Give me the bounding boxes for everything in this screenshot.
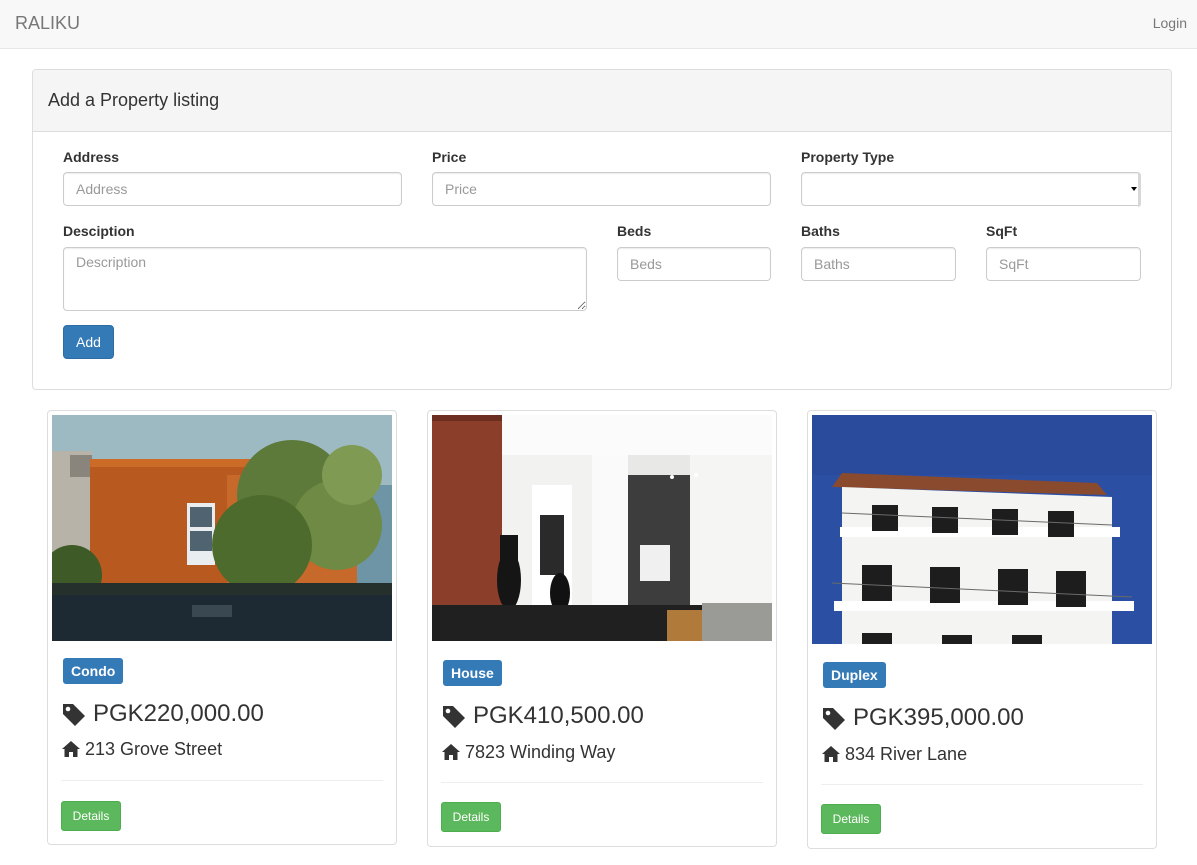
sqft-input[interactable] [986, 247, 1141, 281]
beds-label: Beds [617, 223, 652, 239]
listing-card: House PGK410,500.00 7823 Winding Way Det… [427, 410, 777, 847]
tag-icon [63, 704, 85, 726]
price-row: PGK220,000.00 [61, 699, 264, 729]
tag-icon [823, 708, 845, 730]
listing-card: Duplex PGK395,000.00 834 River Lane Deta… [807, 410, 1157, 849]
listing-price: PGK220,000.00 [93, 700, 264, 727]
listing-card: Condo PGK220,000.00 213 Grove Street Det… [47, 410, 397, 845]
add-button[interactable]: Add [63, 325, 114, 359]
details-button[interactable]: Details [441, 802, 501, 832]
home-icon [62, 741, 80, 757]
property-type-select[interactable] [801, 172, 1141, 207]
interior-photo [432, 415, 772, 641]
details-button[interactable]: Details [61, 801, 121, 831]
address-row: 7823 Winding Way [441, 741, 615, 763]
home-icon [822, 746, 840, 762]
divider [441, 782, 763, 783]
property-type-badge: Condo [63, 658, 124, 684]
select-edge [1138, 173, 1141, 207]
price-row: PGK410,500.00 [441, 701, 644, 731]
modern-house-photo [52, 415, 392, 641]
panel-title: Add a Property listing [48, 90, 220, 110]
baths-label: Baths [801, 223, 840, 239]
brand-link[interactable]: RALIKU [15, 13, 80, 34]
address-input[interactable] [63, 172, 402, 206]
divider [61, 780, 383, 781]
description-textarea[interactable] [63, 247, 587, 311]
apartment-building-photo [812, 415, 1152, 644]
top-navbar: RALIKU Login [0, 0, 1197, 49]
listing-address: 213 Grove Street [85, 738, 223, 759]
tag-icon [443, 706, 465, 728]
listing-address: 7823 Winding Way [465, 741, 616, 762]
divider [821, 784, 1143, 785]
caret-down-icon [1131, 187, 1137, 191]
address-row: 834 River Lane [821, 743, 967, 765]
listing-price: PGK410,500.00 [473, 702, 644, 729]
listing-address: 834 River Lane [845, 743, 968, 764]
home-icon [442, 744, 460, 760]
property-type-badge: House [443, 660, 502, 686]
property-type-label: Property Type [801, 149, 895, 165]
add-property-panel: Add a Property listing Address Price Pro… [32, 69, 1172, 390]
listing-price: PGK395,000.00 [853, 704, 1024, 731]
sqft-label: SqFt [986, 223, 1018, 239]
address-label: Address [63, 149, 120, 165]
beds-input[interactable] [617, 247, 771, 281]
description-label: Desciption [63, 223, 135, 239]
price-label: Price [432, 149, 467, 165]
details-button[interactable]: Details [821, 804, 881, 834]
price-row: PGK395,000.00 [821, 703, 1024, 733]
property-type-badge: Duplex [823, 662, 886, 688]
login-link[interactable]: Login [1153, 15, 1187, 31]
panel-heading: Add a Property listing [33, 70, 1171, 132]
address-row: 213 Grove Street [61, 738, 222, 760]
baths-input[interactable] [801, 247, 956, 281]
price-input[interactable] [432, 172, 771, 206]
